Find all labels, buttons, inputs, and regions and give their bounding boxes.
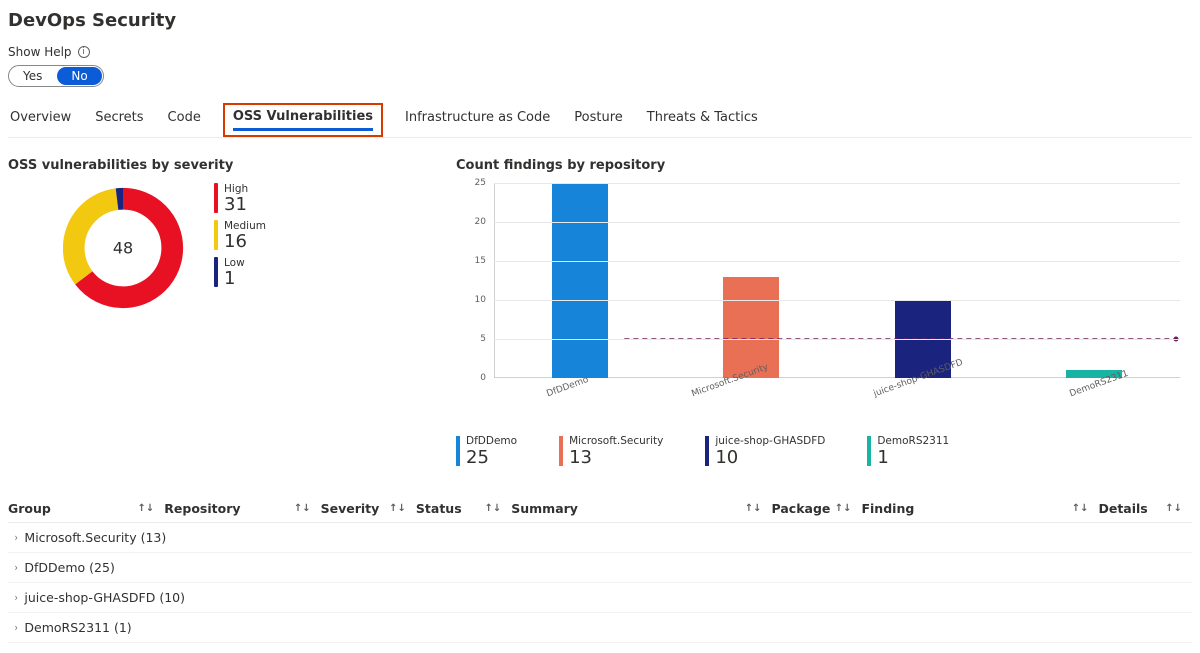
count-card-label: Microsoft.Security <box>569 436 663 448</box>
x-label: DfDDemo <box>545 375 590 399</box>
y-tick: 10 <box>456 295 486 305</box>
sort-icon[interactable]: ↑↓ <box>835 503 852 514</box>
count-card-label: DfDDemo <box>466 436 517 448</box>
legend-item-high[interactable]: High31 <box>214 183 266 216</box>
legend-value: 1 <box>224 269 245 290</box>
legend-value: 16 <box>224 232 266 253</box>
toggle-no[interactable]: No <box>57 67 101 85</box>
legend-label: Low <box>224 257 245 269</box>
bar-dfddemo[interactable] <box>552 183 608 378</box>
severity-legend: High31 Medium16 Low1 <box>214 183 266 289</box>
help-toggle[interactable]: Yes No <box>8 65 104 87</box>
col-severity[interactable]: Severity <box>321 501 386 516</box>
tab-secrets[interactable]: Secrets <box>93 104 145 136</box>
col-label: Summary <box>511 501 578 516</box>
col-package[interactable]: Package <box>772 501 831 516</box>
group-cell: Microsoft.Security (13) <box>24 530 166 545</box>
chevron-right-icon: › <box>15 591 18 604</box>
chevron-right-icon: › <box>15 561 18 574</box>
tab-oss-vulnerabilities[interactable]: OSS Vulnerabilities <box>223 103 383 137</box>
col-label: Package <box>772 501 831 516</box>
count-card-label: juice-shop-GHASDFD <box>715 436 825 448</box>
legend-swatch <box>214 220 218 250</box>
toggle-yes[interactable]: Yes <box>9 67 56 85</box>
count-card-value: 10 <box>715 448 825 468</box>
y-tick: 5 <box>456 334 486 344</box>
col-summary[interactable]: Summary <box>511 501 741 516</box>
count-card-label: DemoRS2311 <box>877 436 949 448</box>
severity-panel-title: OSS vulnerabilities by severity <box>8 158 428 173</box>
count-card-demors2311[interactable]: DemoRS23111 <box>867 436 949 467</box>
count-card-microsoft-security[interactable]: Microsoft.Security13 <box>559 436 663 467</box>
gridline <box>494 222 1180 223</box>
col-group[interactable]: Group <box>8 501 134 516</box>
col-finding[interactable]: Finding <box>861 501 1067 516</box>
count-card-value: 13 <box>569 448 663 468</box>
table-row[interactable]: › Microsoft.Security (13) <box>8 523 1192 553</box>
table-row[interactable]: › DfDDemo (25) <box>8 553 1192 583</box>
col-repository[interactable]: Repository <box>164 501 290 516</box>
table-row[interactable]: › juice-shop-GHASDFD (10) <box>8 583 1192 613</box>
tab-infrastructure-as-code[interactable]: Infrastructure as Code <box>403 104 552 136</box>
col-label: Details <box>1098 501 1147 516</box>
count-card-dfddemo[interactable]: DfDDemo25 <box>456 436 517 467</box>
col-label: Finding <box>861 501 914 516</box>
group-cell: DemoRS2311 (1) <box>24 620 131 635</box>
y-tick: 0 <box>456 373 486 383</box>
group-cell: juice-shop-GHASDFD (10) <box>24 590 185 605</box>
repo-bar-chart[interactable]: DfDDemoMicrosoft.Securityjuice-shop-GHAS… <box>456 183 1192 388</box>
legend-swatch <box>214 257 218 287</box>
col-label: Status <box>416 501 462 516</box>
legend-value: 31 <box>224 195 248 216</box>
info-icon: i <box>78 46 90 58</box>
sort-icon[interactable]: ↑↓ <box>1165 503 1182 514</box>
bar-microsoft-security[interactable] <box>723 277 779 378</box>
group-cell: DfDDemo (25) <box>24 560 114 575</box>
col-label: Group <box>8 501 51 516</box>
tab-posture[interactable]: Posture <box>572 104 625 136</box>
tab-bar: Overview Secrets Code OSS Vulnerabilities In… <box>8 103 1192 138</box>
count-card-bar <box>559 436 563 466</box>
legend-item-medium[interactable]: Medium16 <box>214 220 266 253</box>
count-card-bar <box>705 436 709 466</box>
chevron-right-icon: › <box>15 621 18 634</box>
gridline <box>494 300 1180 301</box>
count-card-bar <box>456 436 460 466</box>
gridline <box>494 183 1180 184</box>
count-card-value: 25 <box>466 448 517 468</box>
sort-icon[interactable]: ↑↓ <box>389 503 406 514</box>
y-tick: 15 <box>456 256 486 266</box>
col-label: Repository <box>164 501 240 516</box>
sort-icon[interactable]: ↑↓ <box>745 503 762 514</box>
count-card-value: 1 <box>877 448 949 468</box>
count-card-juice-shop-ghasdfd[interactable]: juice-shop-GHASDFD10 <box>705 436 825 467</box>
legend-label: Medium <box>224 220 266 232</box>
tab-overview[interactable]: Overview <box>8 104 73 136</box>
col-label: Severity <box>321 501 380 516</box>
show-help-label: Show Help <box>8 45 72 59</box>
col-status[interactable]: Status <box>416 501 481 516</box>
legend-swatch <box>214 183 218 213</box>
severity-donut-chart[interactable]: 48 <box>58 183 188 313</box>
sort-icon[interactable]: ↑↓ <box>294 503 311 514</box>
gridline <box>494 339 1180 340</box>
sort-icon[interactable]: ↑↓ <box>484 503 501 514</box>
table-header: Group ↑↓ Repository ↑↓ Severity ↑↓ Status ↑↓ Sum… <box>8 495 1192 523</box>
legend-item-low[interactable]: Low1 <box>214 257 266 290</box>
page-title: DevOps Security <box>8 10 1192 31</box>
sort-icon[interactable]: ↑↓ <box>138 503 155 514</box>
sort-icon[interactable]: ↑↓ <box>1072 503 1089 514</box>
y-tick: 25 <box>456 178 486 188</box>
repo-panel-title: Count findings by repository <box>456 158 1192 173</box>
donut-total: 48 <box>113 239 133 258</box>
chevron-right-icon: › <box>15 531 18 544</box>
y-tick: 20 <box>456 217 486 227</box>
tab-threats-tactics[interactable]: Threats & Tactics <box>645 104 760 136</box>
col-details[interactable]: Details <box>1098 501 1161 516</box>
table-row[interactable]: › DemoRS2311 (1) <box>8 613 1192 643</box>
tab-code[interactable]: Code <box>166 104 203 136</box>
count-card-bar <box>867 436 871 466</box>
gridline <box>494 261 1180 262</box>
